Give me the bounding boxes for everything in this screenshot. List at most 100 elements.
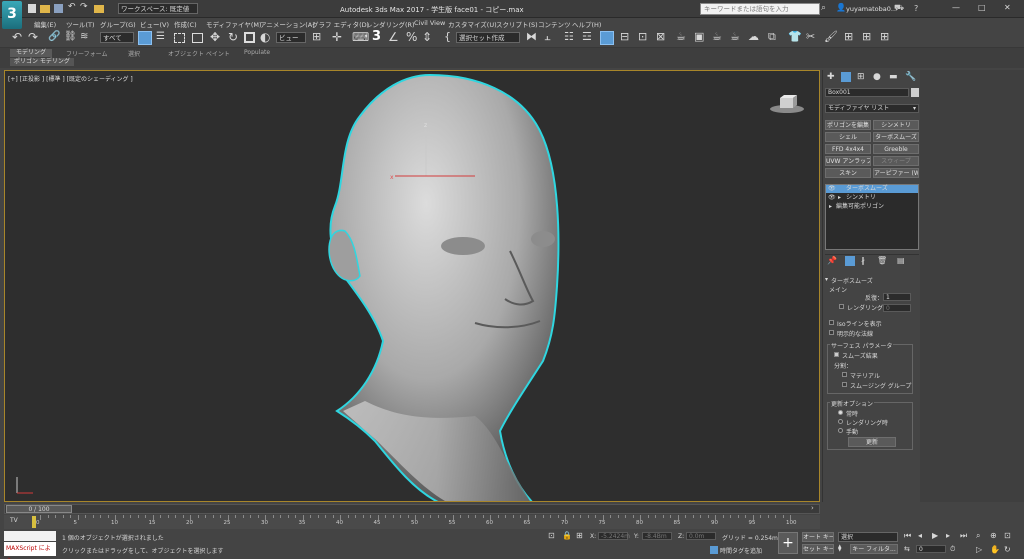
render-production-icon[interactable]: ☕ (712, 30, 722, 43)
workspace-dropdown[interactable]: ワークスペース: 既定値 (118, 3, 198, 14)
tool-b-icon[interactable]: ⊞ (862, 30, 871, 43)
menu-customize[interactable]: カスタマイズ(U) (448, 19, 497, 29)
prev-frame-icon[interactable]: ◂ (918, 531, 922, 540)
link-icon[interactable]: 🔗 (48, 31, 60, 42)
unlink-icon[interactable]: ⛓ (64, 31, 77, 42)
percent-snap-icon[interactable]: % (406, 30, 417, 44)
select-manipulate-icon[interactable]: ✛ (332, 30, 342, 44)
eye-icon[interactable]: 👁 (828, 185, 836, 193)
menu-civil-view[interactable]: Civil View (414, 19, 445, 27)
undo-icon[interactable]: ↶ (68, 2, 76, 12)
curve-editor-icon[interactable]: ⊟ (620, 30, 629, 43)
object-name-field[interactable]: Box001 (825, 88, 909, 97)
redo-button-icon[interactable]: ↷ (28, 30, 38, 44)
modifier-sweep-button[interactable]: スウィープ (873, 156, 919, 166)
z-coord-field[interactable]: 0.0m (686, 532, 716, 540)
tool-c-icon[interactable]: ⊞ (880, 30, 889, 43)
auto-key-button[interactable]: オート キー (802, 532, 834, 542)
pin-stack-icon[interactable]: 📌 (827, 256, 837, 265)
render-setup-icon[interactable]: ☕ (676, 30, 686, 43)
rollout-title[interactable]: ターボスムーズ (831, 276, 873, 285)
modifier-list-dropdown[interactable]: モディファイヤ リスト ▾ (825, 104, 919, 113)
current-frame-field[interactable]: 0 (916, 545, 946, 553)
time-config-icon[interactable]: ⏱ (950, 545, 955, 554)
modify-tab-icon[interactable] (841, 72, 851, 82)
next-frame-button-icon[interactable]: ▸ (946, 531, 950, 540)
menu-tools[interactable]: ツール(T) (66, 19, 95, 29)
manual-radio[interactable] (838, 428, 843, 433)
schematic-view-icon[interactable]: ⊡ (638, 30, 647, 43)
rendered-frame-icon[interactable]: ▣ (694, 30, 704, 43)
placement-icon[interactable]: ◐ (260, 30, 270, 44)
new-file-icon[interactable] (28, 4, 36, 13)
help-icon[interactable]: ? (914, 4, 918, 13)
snaps-toggle-icon[interactable]: 3 (372, 29, 381, 44)
toggle-scene-explorer-icon[interactable]: ☷ (564, 30, 574, 43)
eye-icon[interactable]: 👁 (828, 194, 836, 202)
material-editor-icon[interactable]: ⊠ (656, 30, 665, 43)
make-unique-icon[interactable]: ∦ (861, 256, 865, 265)
smooth-result-checkbox[interactable] (834, 352, 839, 357)
zoom-extents-icon[interactable]: ⊡ (1004, 531, 1011, 540)
modifier-skin-button[interactable]: スキン (825, 168, 871, 178)
menu-content[interactable]: コンテンツ (538, 19, 571, 29)
fov-icon[interactable]: ▷ (976, 545, 982, 554)
isolate-selection-icon[interactable]: ⊡ (548, 531, 555, 540)
time-slider[interactable]: 0 / 100 › (4, 504, 820, 514)
smoothing-group-checkbox[interactable] (842, 382, 847, 387)
menu-rendering[interactable]: レンダリング(R) (366, 19, 415, 29)
menu-scripting[interactable]: スクリプト(S) (496, 19, 538, 29)
modifier-wsm-button[interactable]: アーピファー (WSM) (873, 168, 919, 178)
maxscript-listener[interactable] (4, 531, 56, 541)
paint-icon[interactable]: 🖌 (824, 30, 838, 43)
scene-converter-icon[interactable]: ⧉ (768, 30, 776, 44)
y-coord-field[interactable]: -8.4Bm (642, 532, 672, 540)
remove-modifier-icon[interactable]: 🗑 (877, 256, 887, 265)
stack-item-turbosmooth[interactable]: 👁 ターボスムーズ (826, 185, 918, 193)
modifier-symmetry-button[interactable]: シンメトリ (873, 120, 919, 130)
command-panel-scrollbar[interactable] (920, 70, 1024, 502)
stack-item-symmetry[interactable]: 👁 ▸ シンメトリ (826, 194, 918, 202)
key-filter-icon[interactable]: ⧫ (838, 544, 841, 552)
add-time-tag-button[interactable]: 時間タグを追加 (720, 546, 762, 555)
explicit-normals-checkbox[interactable] (829, 330, 834, 335)
zoom-all-icon[interactable]: ⊕ (990, 531, 997, 540)
ribbon-tab-freeform[interactable]: フリーフォーム (66, 49, 107, 58)
maxscript-input[interactable]: MAXScript によう (4, 542, 56, 559)
absolute-mode-icon[interactable]: ⊞ (576, 531, 583, 540)
toggle-layer-explorer-icon[interactable]: ☲ (582, 30, 592, 43)
ribbon-tab-object-paint[interactable]: オブジェクト ペイント (168, 49, 230, 58)
keyboard-shortcut-icon[interactable]: ⌨ (352, 30, 369, 44)
show-end-result-icon[interactable] (845, 256, 855, 266)
head-model[interactable]: z x (5, 71, 820, 502)
track-bar[interactable]: TV 0 5 10 15 20 25 30 35 40 45 50 55 60 65 70 75 80 85 90 9… (4, 515, 820, 529)
render-iterative-icon[interactable]: ☕ (730, 30, 740, 43)
modifier-turbosmooth-button[interactable]: ターボスムーズ (873, 132, 919, 142)
open-file-icon[interactable] (40, 5, 50, 13)
display-tab-icon[interactable]: ▬ (889, 72, 898, 82)
set-key-button[interactable]: セット キー (802, 544, 834, 554)
configure-sets-icon[interactable]: ▤ (897, 256, 905, 265)
app-logo[interactable]: 3 (2, 1, 22, 29)
key-mode-toggle-icon[interactable]: ⇆ (904, 545, 910, 553)
when-rendering-radio[interactable] (838, 419, 843, 424)
menu-edit[interactable]: 編集(E) (34, 19, 56, 29)
ribbon-tab-selection[interactable]: 選択 (128, 49, 140, 58)
search-input[interactable]: キーワードまたは語句を入力 (700, 3, 820, 15)
expand-arrow-icon[interactable]: ▸ (838, 194, 841, 202)
mirror-icon[interactable]: ⧓ (526, 30, 537, 43)
modifier-shell-button[interactable]: シェル (825, 132, 871, 142)
track-bar-menu-icon[interactable]: TV (10, 517, 18, 524)
modifier-greeble-button[interactable]: Greeble (873, 144, 919, 154)
save-icon[interactable] (54, 4, 63, 13)
material-checkbox[interactable] (842, 372, 847, 377)
angle-snap-icon[interactable]: ∠ (388, 30, 399, 44)
render-iterations-spinner[interactable]: 0 (883, 304, 911, 312)
go-to-start-icon[interactable]: ⏮ (904, 531, 911, 541)
modifier-ffd-button[interactable]: FFD 4x4x4 (825, 144, 871, 154)
edit-named-sel-icon[interactable]: { (444, 30, 451, 43)
selection-filter-dropdown[interactable]: すべて (100, 32, 134, 43)
modifier-stack[interactable]: 👁 ターボスムーズ 👁 ▸ シンメトリ ▸ 編集可能ポリゴン (825, 184, 919, 250)
close-button[interactable]: ✕ (1004, 3, 1011, 12)
utilities-tab-icon[interactable]: 🔧 (905, 72, 916, 82)
